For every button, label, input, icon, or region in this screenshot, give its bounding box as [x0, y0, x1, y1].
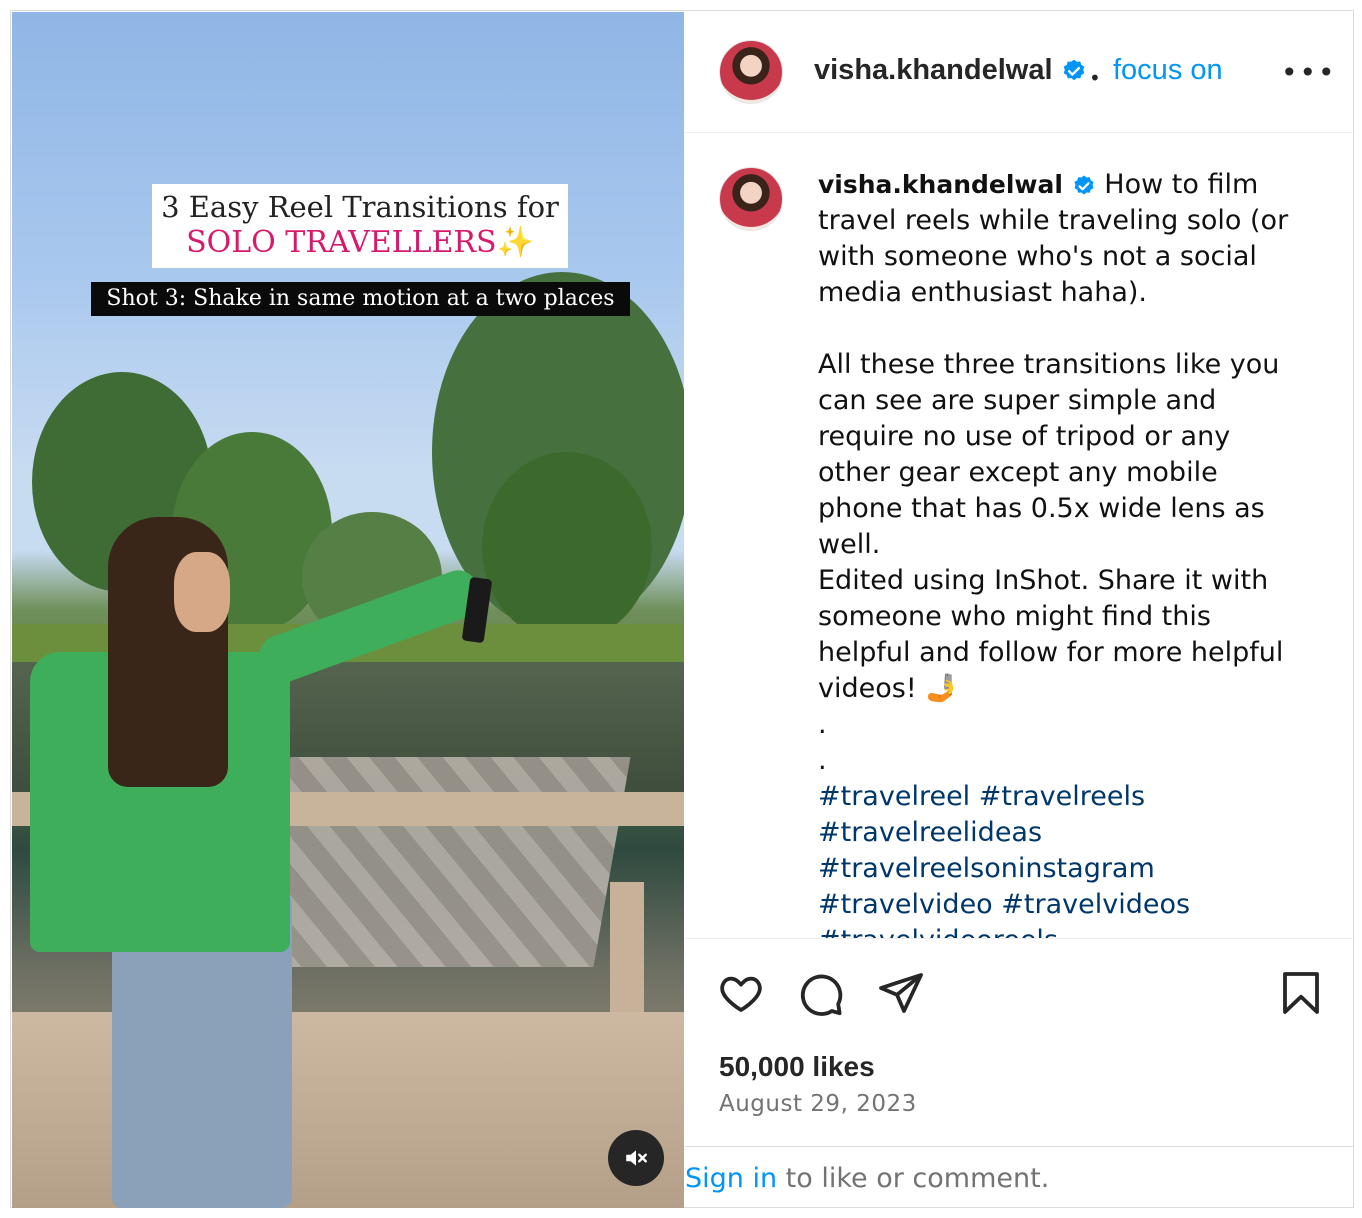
signin-prompt: Sign in to like or comment. — [685, 1146, 1353, 1209]
caption-paragraph-2: All these three transitions like you can… — [818, 349, 1288, 560]
send-icon[interactable] — [877, 969, 925, 1017]
reel-title-line2: SOLO TRAVELLERS✨ — [186, 225, 534, 260]
header-separator: • — [1089, 66, 1101, 90]
verified-badge-icon — [1063, 59, 1084, 81]
caption-username-link[interactable]: visha.khandelwal — [818, 170, 1096, 199]
muted-speaker-icon — [626, 1150, 647, 1166]
author-avatar[interactable] — [719, 40, 783, 104]
heart-icon[interactable] — [717, 969, 765, 1017]
reel-title-line1: 3 Easy Reel Transitions for — [161, 190, 559, 224]
signin-prompt-text: to like or comment. — [777, 1163, 1050, 1194]
follow-button[interactable]: focus on — [1113, 54, 1223, 87]
reel-subtitle: Shot 3: Shake in same motion at a two pl… — [91, 282, 630, 316]
sparkle-icon: ✨ — [496, 225, 534, 260]
more-options-icon[interactable]: ••• — [1281, 56, 1337, 89]
hashtag-line[interactable]: #travelreel #travelreels — [818, 781, 1145, 812]
hashtag-line[interactable]: #travelvideo #travelvideos — [818, 889, 1190, 920]
hashtag-line[interactable]: #travelreelideas — [818, 817, 1042, 848]
post-actions: 50,000 likes August 29, 2023 — [685, 938, 1353, 1149]
comment-icon[interactable] — [797, 969, 845, 1017]
post-media[interactable]: 3 Easy Reel Transitions for SOLO TRAVELL… — [12, 12, 684, 1208]
reel-title-card: 3 Easy Reel Transitions for SOLO TRAVELL… — [152, 184, 568, 268]
mute-toggle-button[interactable] — [608, 1130, 664, 1186]
caption-scroll-area[interactable]: visha.khandelwal How to film travel reel… — [685, 133, 1353, 939]
likes-count[interactable]: 50,000 likes — [719, 1051, 875, 1083]
caption-dot: . — [818, 745, 827, 776]
caption-paragraph-3: Edited using InShot. Share it with someo… — [818, 565, 1292, 704]
post-header: visha.khandelwal • focus on ••• — [685, 12, 1353, 133]
post-caption: visha.khandelwal How to film travel reel… — [818, 167, 1298, 939]
caption-avatar[interactable] — [719, 167, 783, 231]
bookmark-icon[interactable] — [1277, 969, 1325, 1017]
caption-dot: . — [818, 709, 827, 740]
hashtag-line[interactable]: #travelvideoreels — [818, 925, 1058, 939]
hashtag-line[interactable]: #travelreelsoninstagram — [818, 853, 1155, 884]
verified-badge-icon — [1074, 175, 1094, 195]
post-side-panel: visha.khandelwal • focus on ••• visha.kh… — [685, 12, 1353, 1208]
author-username-link[interactable]: visha.khandelwal — [814, 54, 1087, 87]
post-date[interactable]: August 29, 2023 — [719, 1091, 917, 1117]
signin-link[interactable]: Sign in — [685, 1163, 777, 1194]
